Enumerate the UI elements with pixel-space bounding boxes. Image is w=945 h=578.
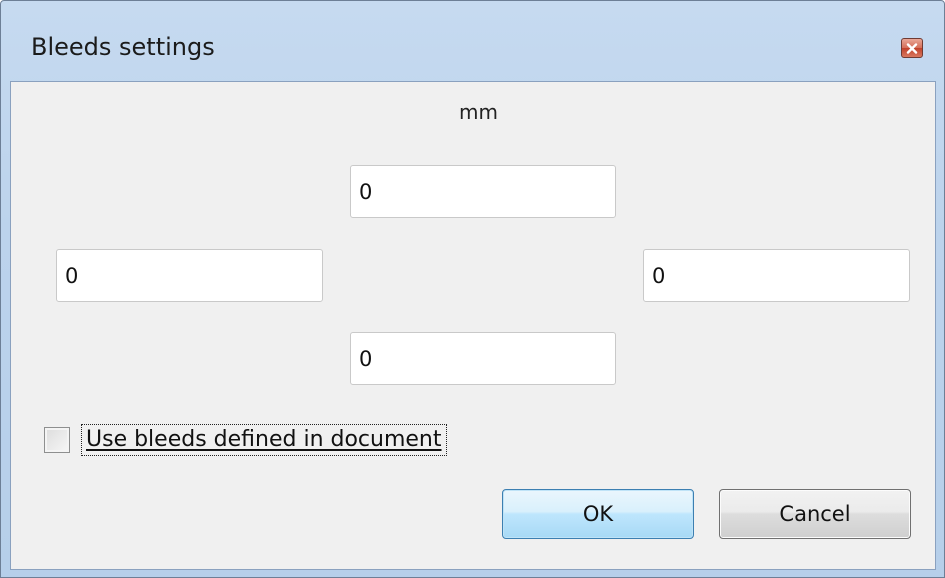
- close-icon: [906, 42, 918, 54]
- ok-button[interactable]: OK: [502, 489, 694, 539]
- left-bleed-input[interactable]: [56, 249, 323, 302]
- use-document-bleeds-option[interactable]: Use bleeds defined in document: [44, 424, 447, 456]
- bottom-bleed-input[interactable]: [350, 332, 616, 385]
- cancel-button[interactable]: Cancel: [719, 489, 911, 539]
- top-bleed-input[interactable]: [350, 165, 616, 218]
- close-button[interactable]: [901, 38, 923, 58]
- dialog-title: Bleeds settings: [31, 33, 215, 61]
- unit-label: mm: [459, 100, 498, 124]
- use-document-bleeds-checkbox[interactable]: [44, 427, 70, 453]
- bleeds-settings-dialog: Bleeds settings mm Use bleeds defined in…: [0, 0, 945, 578]
- right-bleed-input[interactable]: [643, 249, 910, 302]
- use-document-bleeds-label[interactable]: Use bleeds defined in document: [81, 424, 447, 456]
- dialog-body: mm Use bleeds defined in document OK Can…: [10, 81, 936, 570]
